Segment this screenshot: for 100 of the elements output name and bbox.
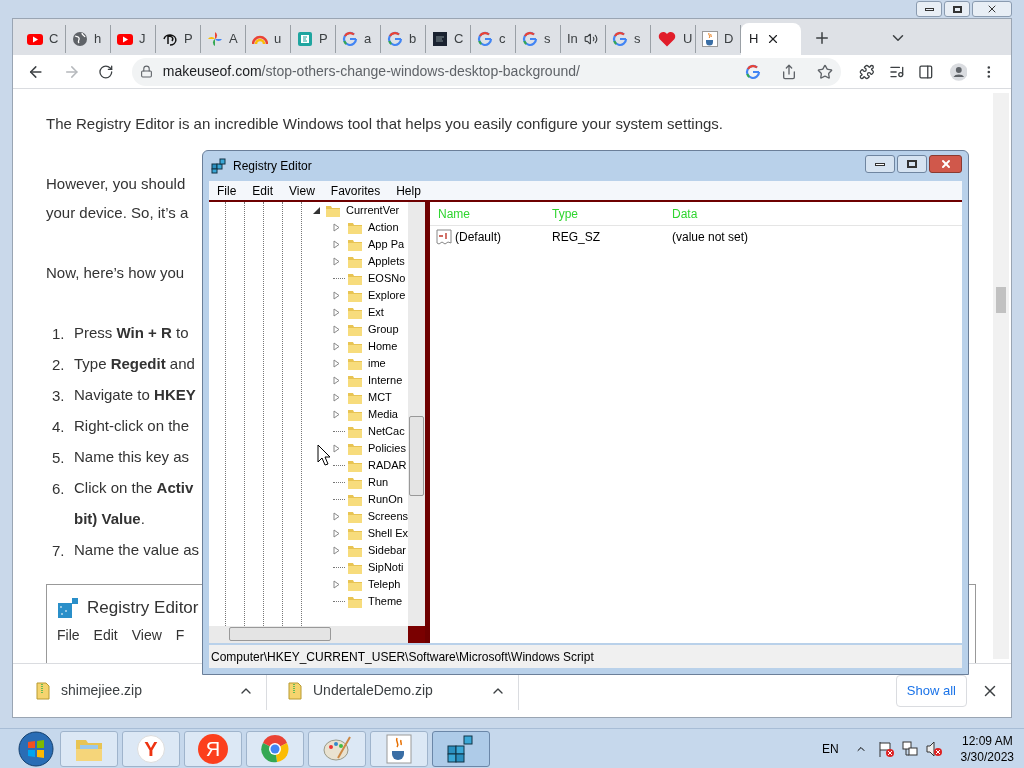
tree-toggle-icon[interactable] (313, 207, 323, 214)
tree-item[interactable]: Teleph (368, 576, 401, 593)
tab-title: J (139, 30, 146, 49)
minimize-button[interactable] (916, 1, 942, 17)
step-text: Click on the Activ (74, 478, 194, 498)
value-data: (value not set) (671, 229, 749, 246)
browser-tab[interactable]: P (291, 25, 336, 53)
menu-item[interactable]: Help (396, 181, 421, 200)
bookmark-star-icon[interactable] (816, 63, 833, 80)
tree-item[interactable]: Sidebar (368, 542, 406, 559)
menu-item[interactable]: Favorites (330, 181, 381, 200)
reload-icon[interactable] (98, 63, 114, 80)
tree-item[interactable]: Explore (368, 287, 406, 304)
tree-item[interactable]: NetCac (368, 423, 405, 440)
browser-tab[interactable]: c (471, 25, 516, 53)
tree-item[interactable]: Interne (368, 372, 403, 389)
tree-item[interactable]: Theme (368, 593, 403, 610)
tree-item[interactable]: Applets (368, 253, 405, 270)
browser-tab[interactable]: A (201, 25, 246, 53)
network-icon[interactable] (900, 739, 919, 758)
tree-item[interactable]: CurrentVer (346, 202, 400, 219)
file-name: shimejiee.zip (61, 681, 143, 700)
flag-warning-icon[interactable] (876, 739, 895, 758)
tab-title: A (229, 30, 238, 49)
taskbar-button[interactable]: Я (184, 730, 242, 767)
tree-item[interactable]: Home (368, 338, 398, 355)
google-icon (387, 31, 403, 47)
tree-item[interactable]: SipNoti (368, 559, 404, 576)
tab-title: C (454, 30, 464, 49)
new-tab-icon[interactable] (813, 29, 831, 47)
tree-item[interactable]: ime (368, 355, 386, 372)
browser-tab[interactable]: b (381, 25, 426, 53)
browser-tab[interactable]: U (651, 25, 696, 53)
taskbar-button[interactable]: Y (122, 730, 180, 767)
chrome-icon (260, 733, 290, 764)
side-panel-icon[interactable] (918, 63, 934, 80)
tree-item[interactable]: Screens (367, 508, 408, 525)
step-number: 6. (52, 479, 66, 499)
tab-title: b (409, 30, 417, 49)
share-icon[interactable] (780, 63, 797, 80)
pinwheel-icon (207, 31, 223, 47)
browser-tab[interactable]: C (426, 25, 471, 53)
square-logo-icon (297, 31, 313, 47)
tree-item[interactable]: MCT (368, 389, 392, 406)
start-button[interactable] (16, 729, 56, 768)
browser-tab[interactable]: C (21, 25, 66, 53)
tab-title: s (544, 30, 551, 49)
address-bar[interactable]: makeuseof.com/stop-others-change-windows-desktop-background/ (131, 57, 841, 86)
step-text: Name the value as (74, 540, 200, 560)
cubes-icon (211, 158, 227, 174)
tree-item[interactable]: RADAR (368, 457, 407, 474)
tree-item[interactable]: RunOn (368, 491, 403, 508)
scrollbar-corner (408, 626, 425, 643)
step-number: 5. (52, 448, 66, 468)
browser-tab[interactable]: P (156, 25, 201, 53)
minimize-button[interactable] (865, 155, 895, 173)
maximize-button[interactable] (944, 1, 970, 17)
tree-item[interactable]: Ext (368, 304, 384, 321)
browser-tab[interactable]: H (741, 23, 801, 55)
menu-item[interactable]: Edit (252, 181, 274, 200)
close-button[interactable] (929, 155, 962, 173)
volume-muted-icon[interactable] (924, 739, 943, 758)
mouse-cursor-icon (317, 444, 331, 466)
tree-horizontal-scrollbar[interactable] (209, 626, 408, 643)
menu-item[interactable]: View (289, 181, 315, 200)
tree-item[interactable]: Group (368, 321, 399, 338)
profile-icon[interactable] (949, 62, 968, 81)
step-text: bit) Value. (74, 509, 145, 529)
menu-item[interactable]: File (217, 181, 237, 200)
browser-tab[interactable]: h (66, 25, 111, 53)
google-icon (477, 31, 493, 47)
tree-item[interactable]: Media (368, 406, 398, 423)
tree-item[interactable]: Run (368, 474, 389, 491)
browser-tab[interactable]: s (606, 25, 651, 53)
maximize-button[interactable] (897, 155, 927, 173)
browser-tab[interactable]: In (561, 25, 606, 53)
tree-item[interactable]: Shell Ex (367, 525, 408, 542)
taskbar-button[interactable] (370, 730, 428, 767)
tree-item[interactable]: EOSNo (368, 270, 406, 287)
tab-title: u (274, 30, 282, 49)
browser-tab[interactable]: s (516, 25, 561, 53)
google-icon (744, 63, 761, 80)
tree-item[interactable]: Policies (368, 440, 406, 457)
taskbar-button[interactable] (432, 730, 490, 767)
clock[interactable]: 12:09 AM 3/30/2023 (960, 732, 1014, 765)
taskbar-button[interactable] (246, 730, 304, 767)
paragraph-text: Now, here’s how you (46, 263, 185, 283)
tree-scrollbar[interactable] (408, 202, 425, 626)
figure-title: Registry Editor (87, 597, 199, 619)
browser-tab[interactable]: J (111, 25, 156, 53)
extensions-icon[interactable] (858, 63, 875, 80)
video-play-icon (117, 31, 133, 47)
browser-tab[interactable]: D (696, 25, 741, 53)
page-scrollbar[interactable] (993, 93, 1009, 659)
tree-item[interactable]: App Pa (368, 236, 405, 253)
language-indicator[interactable]: EN (821, 739, 839, 758)
browser-tab[interactable]: u (246, 25, 291, 53)
tree-item[interactable]: Action (368, 219, 399, 236)
browser-tab[interactable]: a (336, 25, 381, 53)
step-text: Right-click on the (74, 416, 190, 436)
